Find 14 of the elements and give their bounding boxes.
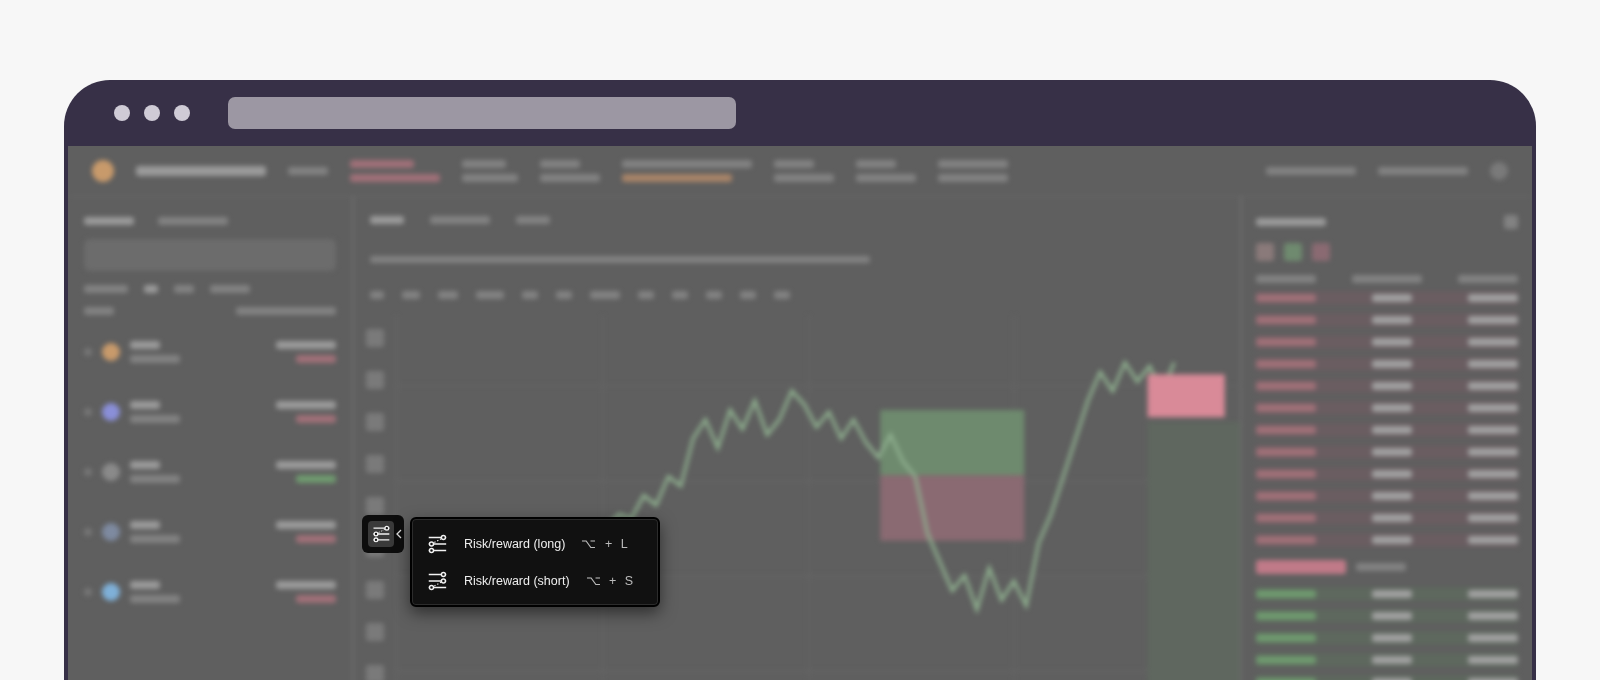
window-dot [114,105,130,121]
sliders-icon [371,524,391,544]
menu-item-label: Risk/reward (long) [464,536,566,551]
window-dot [144,105,160,121]
sliders-icon [426,569,448,592]
menu-item[interactable]: Risk/reward (short) ⌥ + S [412,562,658,599]
window-dot [174,105,190,121]
shortcut-text: ⌥ + L [581,536,628,551]
sliders-icon [426,532,448,555]
risk-reward-tool-button[interactable] [362,515,404,553]
shortcut-text: ⌥ + S [585,573,634,588]
menu-item[interactable]: Risk/reward (long) ⌥ + L [412,525,658,562]
menu-item-label: Risk/reward (short) [464,573,570,588]
chevron-left-icon [396,529,402,539]
